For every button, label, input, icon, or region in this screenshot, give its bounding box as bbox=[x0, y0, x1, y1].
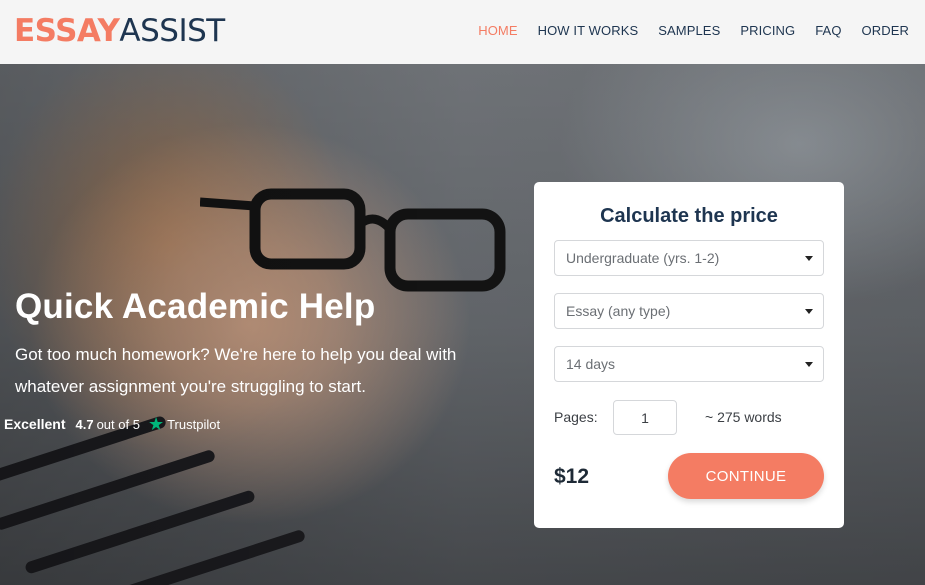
dropdown-arrow-icon bbox=[805, 362, 813, 367]
rating-out-of: out of 5 bbox=[96, 416, 140, 432]
hero-title: Quick Academic Help bbox=[15, 287, 376, 326]
price-calculator: Calculate the price Undergraduate (yrs. … bbox=[534, 182, 844, 528]
rating-score: 4.7 bbox=[75, 416, 94, 432]
pages-input[interactable] bbox=[613, 400, 677, 435]
nav-samples[interactable]: SAMPLES bbox=[658, 22, 720, 40]
deadline-value: 14 days bbox=[566, 356, 616, 372]
paper-type-select[interactable]: Essay (any type) bbox=[554, 293, 824, 329]
logo-assist: ASSIST bbox=[119, 13, 225, 49]
academic-level-select[interactable]: Undergraduate (yrs. 1-2) bbox=[554, 240, 824, 276]
rating-label: Excellent bbox=[4, 416, 66, 432]
hero-subtitle: Got too much homework? We're here to hel… bbox=[15, 345, 457, 396]
nav-faq[interactable]: FAQ bbox=[815, 22, 841, 40]
paper-type-value: Essay (any type) bbox=[566, 303, 671, 319]
calculator-title: Calculate the price bbox=[600, 205, 778, 227]
academic-level-value: Undergraduate (yrs. 1-2) bbox=[566, 250, 720, 266]
nav-pricing[interactable]: PRICING bbox=[740, 22, 795, 40]
word-count: ~ 275 words bbox=[705, 409, 782, 425]
dropdown-arrow-icon bbox=[805, 309, 813, 314]
main-nav: HOME HOW IT WORKS SAMPLES PRICING FAQ OR… bbox=[478, 22, 909, 40]
deadline-select[interactable]: 14 days bbox=[554, 346, 824, 382]
logo-essay: ESSAY bbox=[14, 13, 120, 49]
total-price: $12 bbox=[554, 465, 590, 488]
pages-label: Pages: bbox=[554, 409, 598, 425]
trustpilot-rating[interactable]: Excellent 4.7 out of 5 ★ Trustpilot bbox=[4, 414, 221, 434]
dropdown-arrow-icon bbox=[805, 256, 813, 261]
trustpilot-star-icon: ★ bbox=[147, 414, 165, 434]
site-header: ESSAYASSIST HOME HOW IT WORKS SAMPLES PR… bbox=[0, 0, 925, 64]
continue-button[interactable]: CONTINUE bbox=[668, 453, 824, 499]
nav-home[interactable]: HOME bbox=[478, 22, 517, 40]
nav-how-it-works[interactable]: HOW IT WORKS bbox=[538, 22, 639, 40]
nav-order[interactable]: ORDER bbox=[862, 22, 909, 40]
trustpilot-brand: Trustpilot bbox=[167, 416, 221, 432]
logo[interactable]: ESSAYASSIST bbox=[14, 13, 225, 49]
